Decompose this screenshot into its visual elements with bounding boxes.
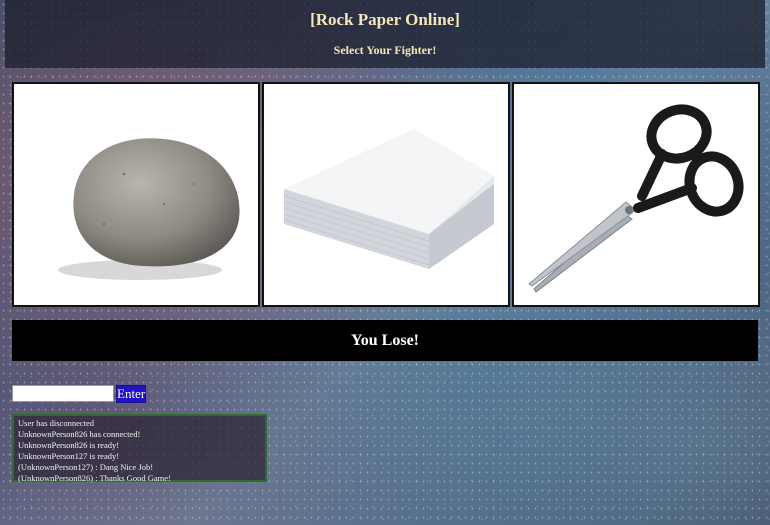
scissors-card[interactable]: [512, 82, 760, 307]
paper-image: [283, 129, 494, 269]
page-subtitle: Select Your Fighter!: [333, 43, 437, 57]
chat-message: User has disconnected: [18, 418, 95, 428]
rock-card[interactable]: [12, 82, 260, 307]
chat-message: UnknownPerson826 is ready!: [18, 440, 120, 450]
page-title: [Rock Paper Online]: [310, 10, 460, 29]
paper-card[interactable]: [262, 82, 510, 307]
rock-image: [58, 138, 240, 280]
chat-log: User has disconnected UnknownPerson826 h…: [12, 414, 267, 483]
header: [Rock Paper Online] Select Your Fighter!: [5, 0, 765, 68]
scissors-image: [528, 104, 744, 293]
chat-input[interactable]: [12, 385, 114, 402]
chat-message: (UnknownPerson127) : Dang Nice Job!: [18, 462, 154, 472]
chat-message: (UnknownPerson826) : Thanks Good Game!: [18, 473, 171, 483]
result-banner: You Lose!: [12, 320, 758, 361]
chat-message: UnknownPerson826 has connected!: [18, 429, 141, 439]
chat-message: UnknownPerson127 is ready!: [18, 451, 120, 461]
enter-button[interactable]: Enter: [116, 385, 146, 403]
